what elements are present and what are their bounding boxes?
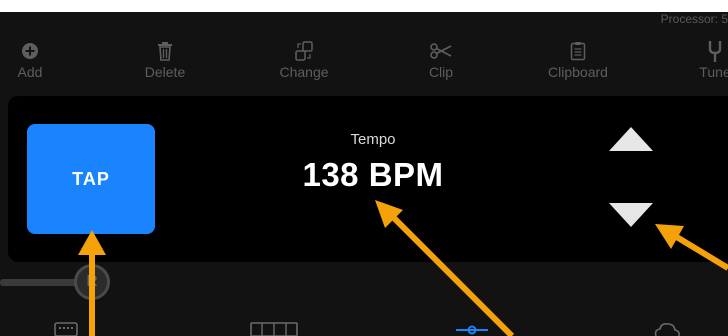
- tune-button[interactable]: Tune: [660, 40, 728, 80]
- tempo-increase-button[interactable]: [606, 124, 656, 156]
- delete-button[interactable]: Delete: [110, 40, 220, 80]
- clipboard-button[interactable]: Clipboard: [523, 40, 633, 80]
- clipboard-label: Clipboard: [548, 64, 608, 80]
- tap-button[interactable]: TAP: [27, 124, 155, 234]
- tempo-decrease-button[interactable]: [606, 198, 656, 230]
- pan-knob[interactable]: R: [74, 264, 110, 300]
- cloud-tab-icon[interactable]: [652, 322, 682, 336]
- triangle-down-icon: [609, 203, 653, 227]
- change-button[interactable]: Change: [249, 40, 359, 80]
- tempo-panel: TAP Tempo 138 BPM: [8, 96, 728, 262]
- app-window: Processor: 5 Add Delete Change Clip Clip…: [0, 12, 728, 336]
- tune-label: Tune: [699, 64, 728, 80]
- mixer-area: R: [0, 262, 728, 336]
- tuning-fork-icon: [660, 40, 728, 62]
- toolbar: Add Delete Change Clip Clipboard Tune: [0, 28, 728, 98]
- sliders-tab-icon[interactable]: [456, 324, 488, 336]
- scissors-icon: [386, 40, 496, 62]
- delete-label: Delete: [144, 64, 186, 80]
- add-label: Add: [17, 64, 43, 80]
- tempo-value: 138 BPM: [302, 156, 444, 193]
- change-label: Change: [279, 64, 329, 80]
- tempo-title: Tempo: [350, 131, 396, 148]
- clipboard-icon: [523, 40, 633, 62]
- triangle-up-icon: [609, 127, 653, 151]
- processor-status: Processor: 5: [660, 12, 728, 26]
- swap-icon: [249, 40, 359, 62]
- plus-circle-icon: [0, 40, 85, 62]
- trash-icon: [110, 40, 220, 62]
- add-button[interactable]: Add: [0, 40, 85, 80]
- knob-label: R: [86, 273, 98, 290]
- keyboard-tab-icon[interactable]: [250, 322, 298, 336]
- clip-button[interactable]: Clip: [386, 40, 496, 80]
- clip-label: Clip: [428, 64, 454, 80]
- grid-tab-icon[interactable]: [54, 322, 78, 336]
